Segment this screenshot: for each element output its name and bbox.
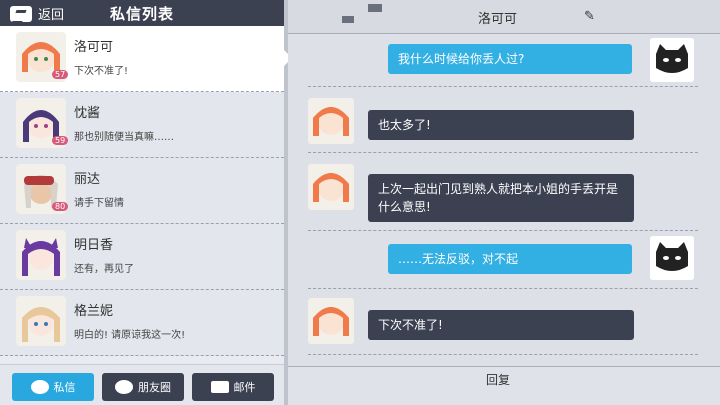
contact-last-message: 请手下留情 bbox=[74, 198, 124, 209]
back-label: 返回 bbox=[38, 8, 65, 23]
user-avatar-cat bbox=[650, 38, 694, 82]
contact-avatar bbox=[308, 298, 354, 344]
contact-name: 格兰妮 bbox=[74, 304, 114, 319]
page-title: 私信列表 bbox=[110, 5, 175, 23]
avatar bbox=[16, 296, 66, 346]
back-button[interactable]: 返回 bbox=[10, 4, 64, 23]
bottom-tabs: 私信 朋友圈 邮件 bbox=[0, 364, 284, 405]
decoration bbox=[368, 4, 382, 12]
level-badge: 57 bbox=[52, 70, 69, 79]
contact-last-message: 下次不准了! bbox=[74, 66, 129, 77]
contact-name: 忱酱 bbox=[74, 106, 101, 121]
contact-avatar bbox=[308, 164, 354, 210]
contact-name: 明日香 bbox=[74, 238, 114, 253]
row-divider bbox=[308, 354, 698, 355]
row-divider bbox=[308, 230, 698, 231]
chat-icon bbox=[30, 380, 49, 394]
contact-item-mingrixiang[interactable]: 明日香 还有，再见了 bbox=[0, 224, 284, 290]
chat-panel: 洛可可 ✎ 我什么时候给你丢人过? 也太多了! 上次一起出门见到熟人就把本小姐的… bbox=[288, 0, 720, 405]
contact-last-message: 明白的! 请原谅我这一次! bbox=[74, 330, 186, 341]
tab-label: 邮件 bbox=[233, 381, 256, 394]
contact-list: 57 洛可可 下次不准了! 59 忱酱 那也别随便当真嘛…… 80 丽达 请手下… bbox=[0, 26, 284, 364]
reply-bar: 回复 bbox=[288, 366, 720, 405]
user-avatar-cat bbox=[650, 236, 694, 280]
mail-icon bbox=[210, 381, 229, 393]
contact-list-panel: 返回 私信列表 57 洛可可 下次不准了! 59 忱酱 那也别随便当真嘛…… 8… bbox=[0, 0, 284, 405]
message-bubble-them: 上次一起出门见到熟人就把本小姐的手丢开是什么意思! bbox=[368, 174, 634, 222]
contact-item-gelanni[interactable]: 格兰妮 明白的! 请原谅我这一次! bbox=[0, 290, 284, 356]
row-divider bbox=[308, 288, 698, 289]
contact-avatar bbox=[308, 98, 354, 144]
contact-last-message: 那也别随便当真嘛…… bbox=[74, 132, 174, 143]
row-divider bbox=[308, 152, 698, 153]
avatar bbox=[16, 230, 66, 280]
top-bar: 返回 私信列表 bbox=[0, 0, 284, 26]
chat-title: 洛可可 bbox=[478, 12, 518, 27]
contact-name: 洛可可 bbox=[74, 40, 114, 55]
level-badge: 80 bbox=[52, 202, 69, 211]
contact-item-luokeke[interactable]: 57 洛可可 下次不准了! bbox=[0, 26, 284, 92]
message-bubble-me: ……无法反驳，对不起 bbox=[388, 244, 632, 274]
message-bubble-me: 我什么时候给你丢人过? bbox=[388, 44, 632, 74]
decoration bbox=[342, 16, 354, 23]
back-icon bbox=[10, 5, 32, 22]
tab-label: 朋友圈 bbox=[138, 381, 171, 394]
speech-bubble-icon bbox=[115, 380, 133, 394]
contact-item-chenjiang[interactable]: 59 忱酱 那也别随便当真嘛…… bbox=[0, 92, 284, 158]
reply-button[interactable]: 回复 bbox=[486, 371, 510, 388]
row-divider bbox=[308, 86, 698, 87]
contact-last-message: 还有，再见了 bbox=[74, 264, 134, 275]
pencil-icon[interactable]: ✎ bbox=[584, 9, 595, 24]
tab-moments[interactable]: 朋友圈 bbox=[102, 373, 184, 401]
tab-mail[interactable]: 邮件 bbox=[192, 373, 274, 401]
contact-item-lida[interactable]: 80 丽达 请手下留情 bbox=[0, 158, 284, 224]
message-bubble-them: 也太多了! bbox=[368, 110, 634, 140]
message-bubble-them: 下次不准了! bbox=[368, 310, 634, 340]
tab-label: 私信 bbox=[53, 381, 76, 394]
chat-header: 洛可可 ✎ bbox=[288, 0, 720, 34]
tab-private-message[interactable]: 私信 bbox=[12, 373, 94, 401]
level-badge: 59 bbox=[52, 136, 69, 145]
contact-name: 丽达 bbox=[74, 172, 101, 187]
